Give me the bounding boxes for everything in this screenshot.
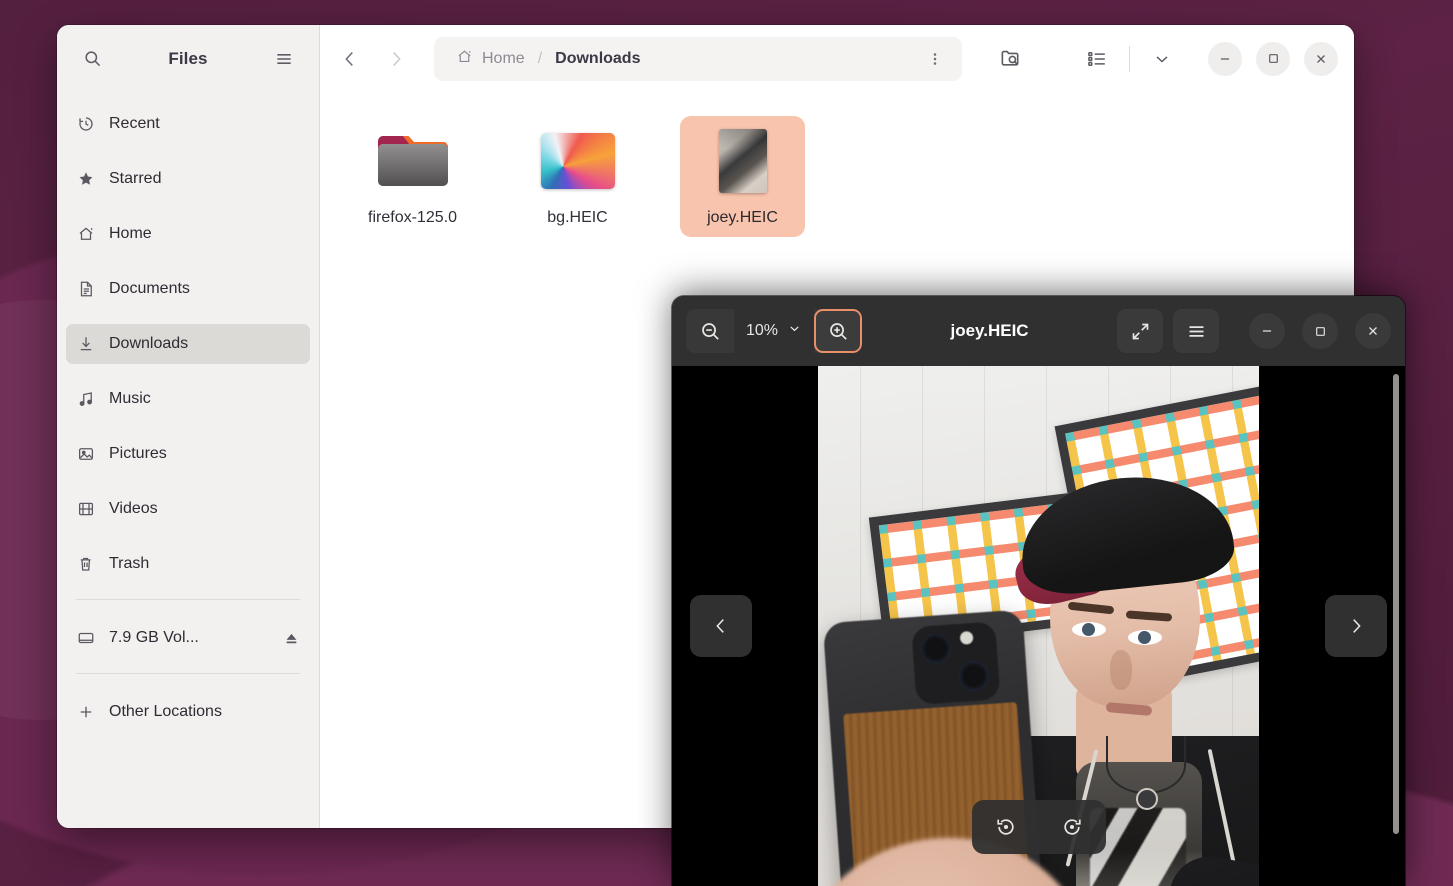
- sidebar-item-label: Music: [109, 390, 151, 407]
- sidebar-item-label: Documents: [109, 280, 190, 297]
- chevron-down-icon: [787, 321, 802, 341]
- sidebar-item-pictures[interactable]: Pictures: [66, 434, 310, 474]
- file-name: joey.HEIC: [707, 209, 778, 226]
- sidebar-item-label: Videos: [109, 500, 158, 517]
- star-icon: [76, 170, 95, 189]
- sidebar-item-trash[interactable]: Trash: [66, 544, 310, 584]
- picture-icon: [76, 445, 95, 464]
- folder-search-icon[interactable]: [990, 39, 1030, 79]
- image-thumbnail: [536, 124, 620, 198]
- search-icon[interactable]: [75, 42, 109, 76]
- fullscreen-icon[interactable]: [1117, 309, 1163, 353]
- sidebar-item-label: Other Locations: [109, 703, 222, 720]
- breadcrumb-separator: /: [537, 49, 543, 67]
- sidebar-item-label: Trash: [109, 555, 150, 572]
- home-icon: [456, 48, 473, 70]
- sidebar-item-label: Pictures: [109, 445, 167, 462]
- drive-icon: [76, 629, 95, 648]
- zoom-level-value: 10%: [746, 322, 779, 339]
- file-name: firefox-125.0: [368, 209, 457, 226]
- sidebar-item-home[interactable]: Home: [66, 214, 310, 254]
- plus-icon: [76, 703, 95, 722]
- file-name: bg.HEIC: [547, 209, 608, 226]
- sidebar-item-music[interactable]: Music: [66, 379, 310, 419]
- download-icon: [76, 335, 95, 354]
- sidebar-divider-1: [76, 599, 300, 600]
- image-viewer-canvas[interactable]: [672, 366, 1405, 886]
- file-item-photo[interactable]: joey.HEIC: [680, 116, 805, 237]
- film-icon: [76, 500, 95, 519]
- sidebar-header: Files: [57, 25, 319, 92]
- sidebar-list: Recent Starred Home Documents Downloads …: [57, 92, 319, 828]
- sidebar-item-documents[interactable]: Documents: [66, 269, 310, 309]
- toolbar-divider: [1129, 45, 1130, 72]
- sidebar-volume-label: 7.9 GB Vol...: [109, 629, 199, 646]
- viewer-minimize-button[interactable]: [1249, 313, 1285, 349]
- vertical-dots-icon[interactable]: [918, 42, 952, 76]
- sidebar-item-downloads[interactable]: Downloads: [66, 324, 310, 364]
- next-image-button[interactable]: [1325, 595, 1387, 657]
- file-item-image[interactable]: bg.HEIC: [515, 116, 640, 237]
- sidebar-item-label: Home: [109, 225, 152, 242]
- sidebar-item-recent[interactable]: Recent: [66, 104, 310, 144]
- back-button[interactable]: [330, 39, 370, 79]
- breadcrumb-item-home[interactable]: Home: [456, 48, 525, 70]
- music-note-icon: [76, 390, 95, 409]
- clock-icon: [76, 115, 95, 134]
- file-item-folder[interactable]: firefox-125.0: [350, 116, 475, 237]
- files-sidebar: Files Recent Starred Home Documents Down…: [57, 25, 320, 828]
- sidebar-item-volume[interactable]: 7.9 GB Vol...: [66, 618, 310, 658]
- eject-icon[interactable]: [283, 630, 300, 647]
- hamburger-icon[interactable]: [1173, 309, 1219, 353]
- chevron-down-icon[interactable]: [1142, 39, 1182, 79]
- sidebar-title: Files: [168, 48, 208, 68]
- list-view-icon[interactable]: [1077, 39, 1117, 79]
- sidebar-item-label: Starred: [109, 170, 162, 187]
- sidebar-divider-2: [76, 673, 300, 674]
- rotate-left-icon[interactable]: [984, 805, 1028, 849]
- image-viewer-header: 10% joey.HEIC: [672, 296, 1405, 366]
- viewer-maximize-button[interactable]: [1302, 313, 1338, 349]
- files-header: Home / Downloads: [320, 25, 1354, 92]
- folder-icon: [371, 124, 455, 198]
- trash-icon: [76, 555, 95, 574]
- hamburger-icon[interactable]: [267, 42, 301, 76]
- home-icon: [76, 225, 95, 244]
- sidebar-item-label: Downloads: [109, 335, 189, 352]
- photo-thumbnail: [701, 124, 785, 198]
- breadcrumb-label: Downloads: [555, 49, 641, 67]
- breadcrumb-item-downloads[interactable]: Downloads: [555, 50, 640, 68]
- rotate-right-icon[interactable]: [1050, 805, 1094, 849]
- zoom-controls: 10%: [686, 309, 863, 353]
- file-grid: firefox-125.0 bg.HEIC joey.HEIC: [350, 116, 1354, 237]
- files-maximize-button[interactable]: [1256, 41, 1290, 76]
- image-scrollbar[interactable]: [1393, 374, 1399, 834]
- files-close-button[interactable]: [1304, 41, 1338, 76]
- image-viewer-title: joey.HEIC: [950, 321, 1029, 340]
- sidebar-item-label: Recent: [109, 115, 160, 132]
- zoom-out-icon[interactable]: [686, 309, 734, 353]
- files-minimize-button[interactable]: [1208, 41, 1242, 76]
- document-icon: [76, 280, 95, 299]
- image-viewer-window: 10% joey.HEIC: [672, 296, 1405, 886]
- forward-button[interactable]: [376, 39, 416, 79]
- zoom-in-icon[interactable]: [814, 309, 863, 353]
- viewer-close-button[interactable]: [1355, 313, 1391, 349]
- rotate-toolbar: [971, 800, 1106, 854]
- breadcrumb[interactable]: Home / Downloads: [434, 36, 962, 81]
- sidebar-item-videos[interactable]: Videos: [66, 489, 310, 529]
- sidebar-item-starred[interactable]: Starred: [66, 159, 310, 199]
- breadcrumb-label: Home: [482, 49, 525, 67]
- sidebar-item-other-locations[interactable]: Other Locations: [66, 692, 310, 732]
- previous-image-button[interactable]: [690, 595, 752, 657]
- zoom-level-dropdown[interactable]: 10%: [734, 309, 815, 353]
